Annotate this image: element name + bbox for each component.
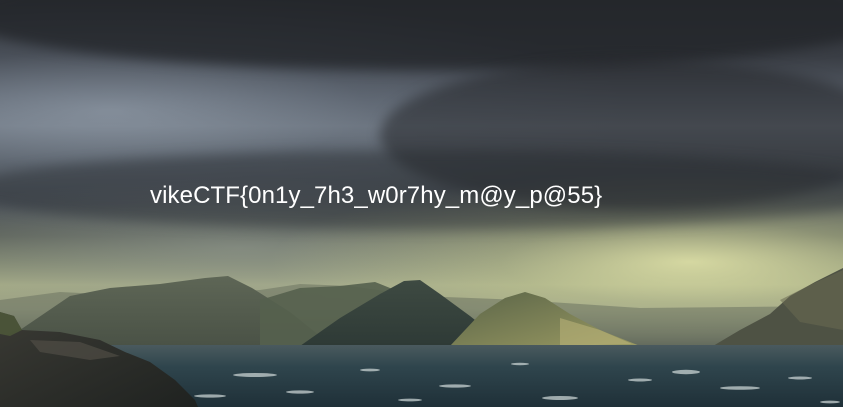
landscape-photo: vikeCTF{0n1y_7h3_w0r7hy_m@y_p@55}: [0, 0, 843, 407]
overlay-caption-text: vikeCTF{0n1y_7h3_w0r7hy_m@y_p@55}: [150, 182, 603, 209]
